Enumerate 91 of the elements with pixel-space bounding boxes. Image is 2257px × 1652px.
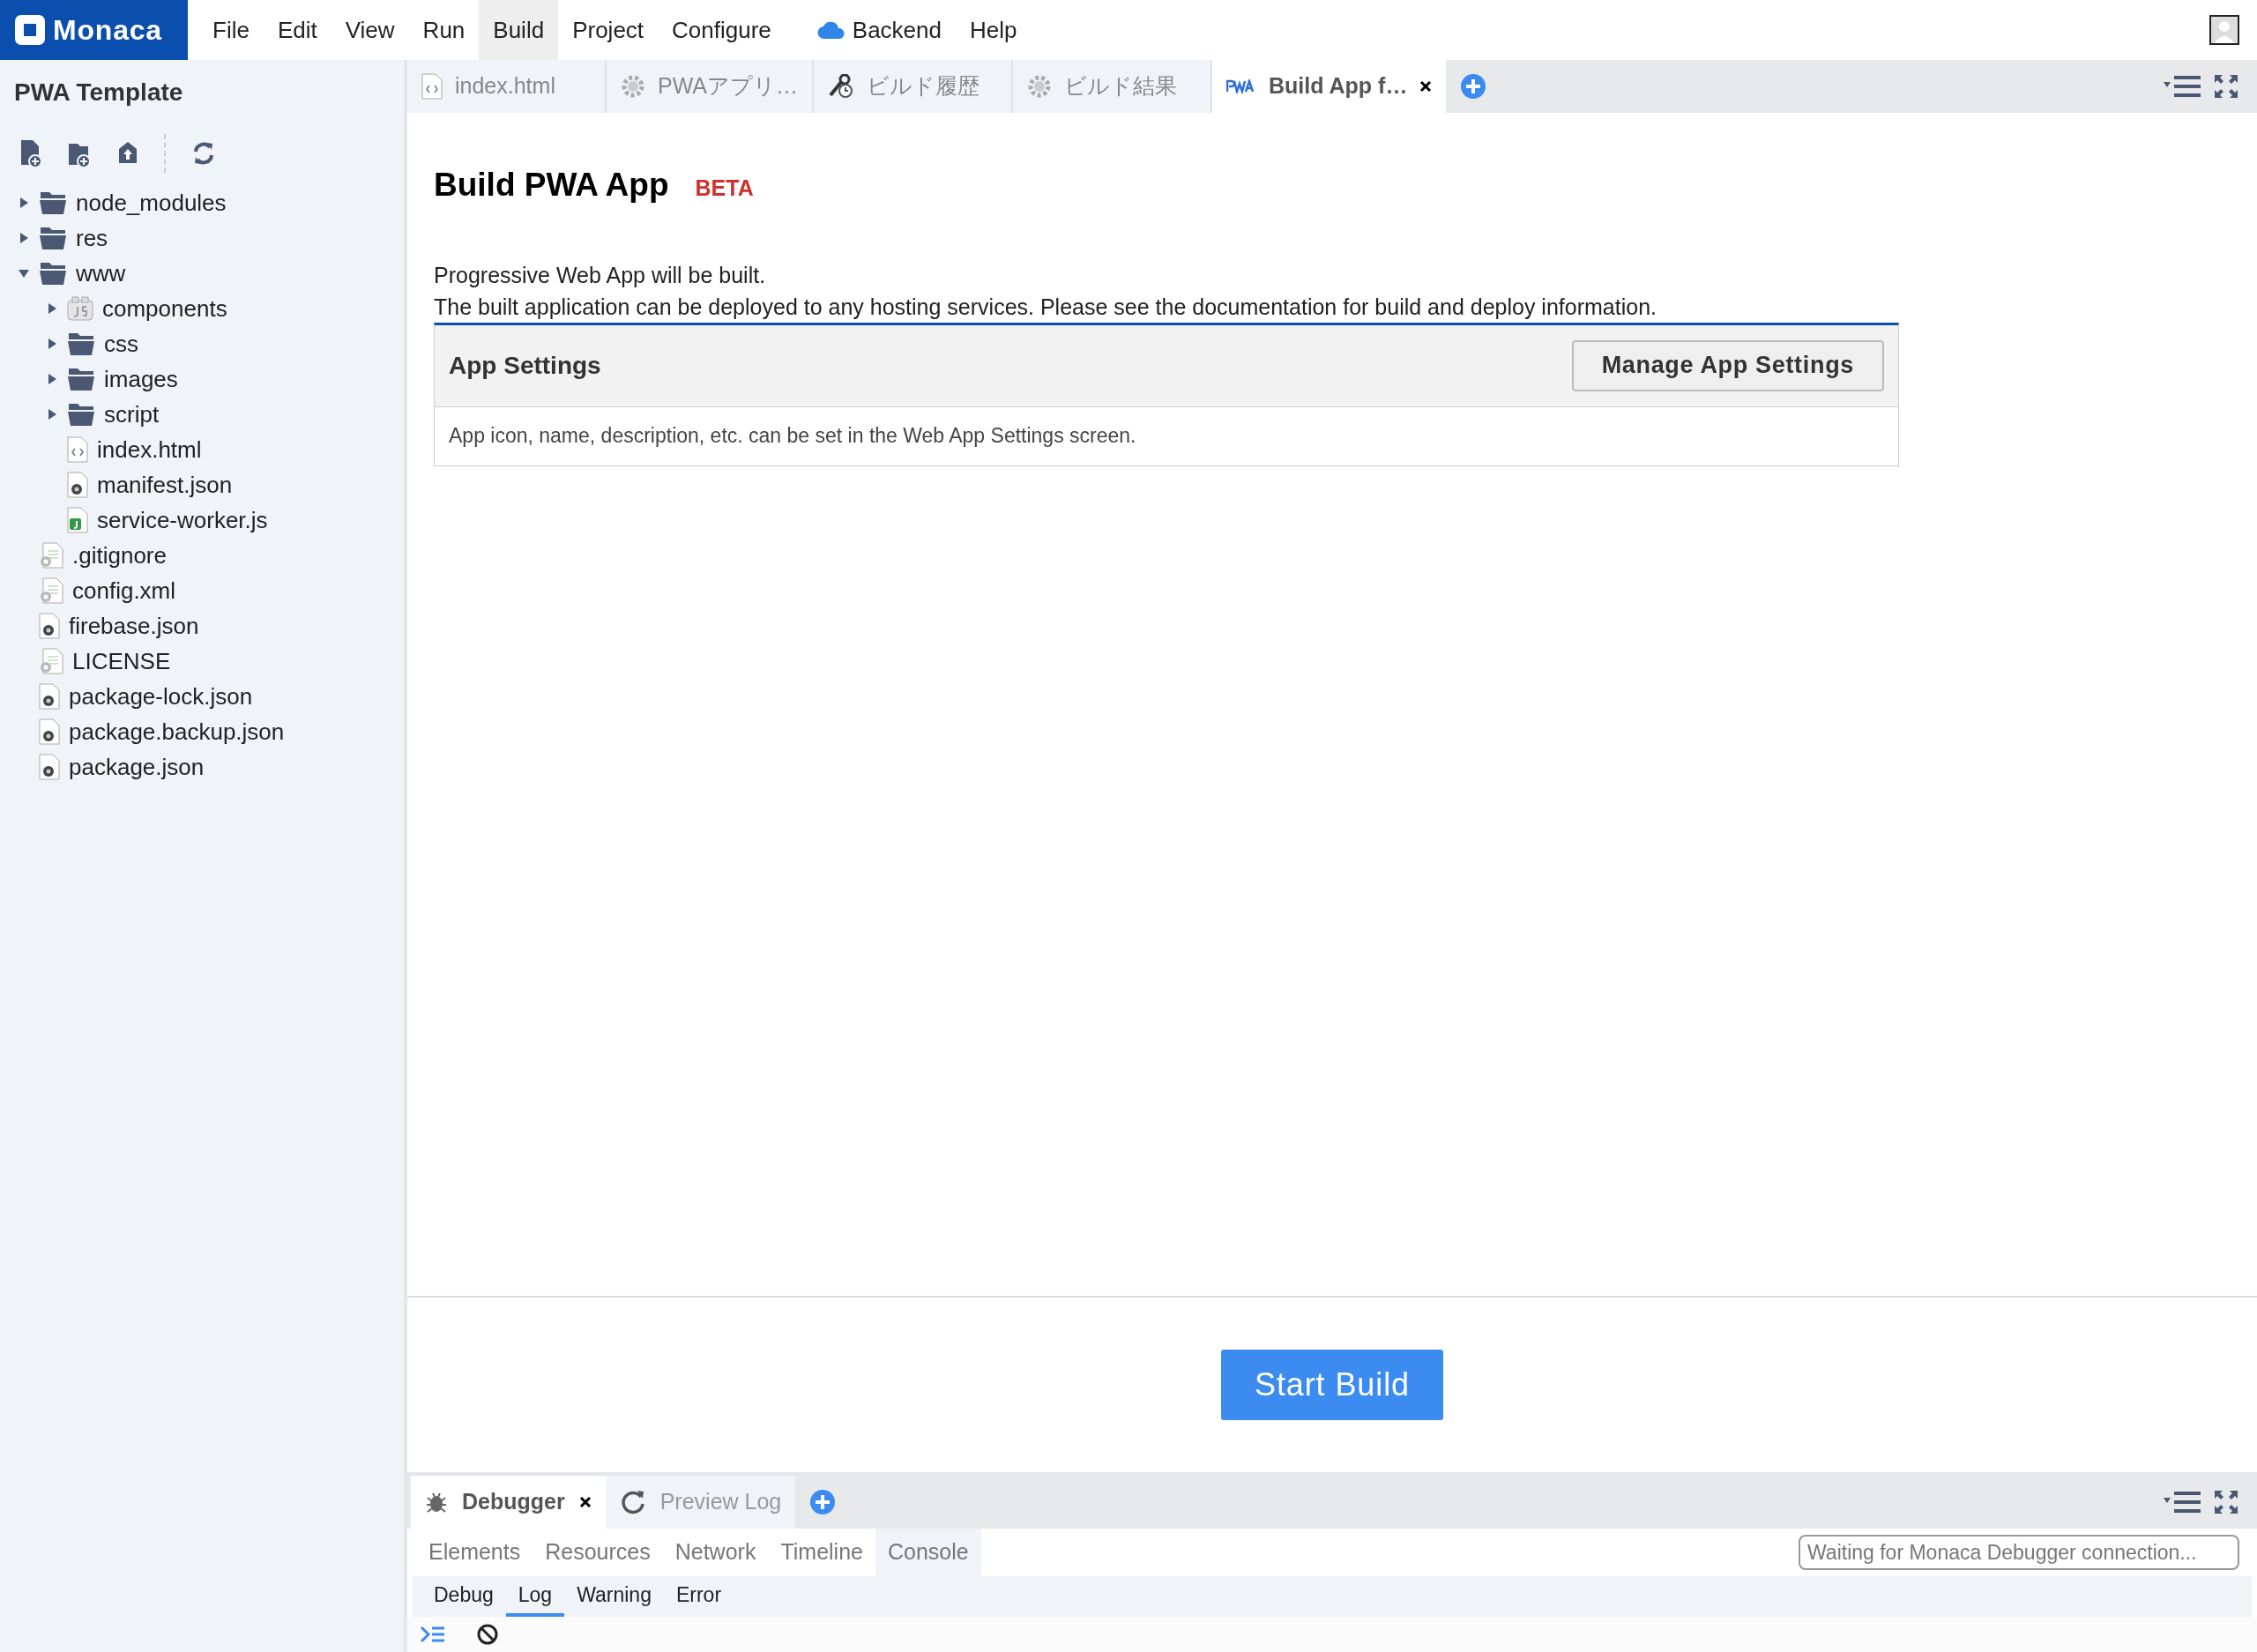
collapsed-arrow-icon[interactable] <box>46 302 58 315</box>
tree-item[interactable]: .gitignore <box>0 538 404 573</box>
menu-item[interactable]: Build <box>479 0 559 60</box>
tree-item[interactable]: package-lock.json <box>0 679 404 714</box>
add-tab-icon[interactable] <box>809 1489 837 1515</box>
html-file-icon <box>421 73 443 100</box>
collapsed-arrow-icon[interactable] <box>46 338 58 350</box>
cloud-icon <box>816 20 845 40</box>
tree-item[interactable]: script <box>0 397 404 432</box>
logo-icon <box>14 14 46 46</box>
collapsed-arrow-icon[interactable] <box>18 197 30 209</box>
tab-list-icon[interactable] <box>2164 75 2202 98</box>
folder-icon <box>67 367 95 391</box>
json-file-icon <box>39 754 60 780</box>
console-prompt-icon <box>420 1625 446 1644</box>
folder-icon <box>67 331 95 356</box>
tree-item[interactable]: manifest.json <box>0 467 404 502</box>
editor-tab[interactable]: Build App f… <box>1212 60 1447 113</box>
clear-console-icon[interactable] <box>476 1623 499 1646</box>
json-file-icon <box>67 472 88 498</box>
folder-icon <box>67 402 95 427</box>
menu-item[interactable]: Run <box>408 0 480 60</box>
card-title: App Settings <box>449 350 601 381</box>
config-file-icon <box>39 648 63 674</box>
log-level-tab[interactable]: Warning <box>564 1576 664 1617</box>
gear-icon <box>621 74 645 99</box>
json-file-icon <box>39 683 60 710</box>
menu-item[interactable]: Backend <box>802 0 956 60</box>
card-description: App icon, name, description, etc. can be set in the Web App Settings screen. <box>448 423 1137 450</box>
js-file-icon <box>67 507 88 533</box>
menu-item[interactable]: Help <box>956 0 1032 60</box>
close-icon[interactable] <box>1419 80 1433 93</box>
reload-icon <box>619 1489 646 1515</box>
console-section-tab[interactable]: Console <box>875 1529 981 1576</box>
console-section-tab[interactable]: Resources <box>533 1529 663 1576</box>
console-section-tab[interactable]: Elements <box>416 1529 533 1576</box>
folder-icon <box>39 226 67 250</box>
tree-item[interactable]: firebase.json <box>0 608 404 644</box>
tree-item[interactable]: config.xml <box>0 573 404 608</box>
tree-item[interactable]: index.html <box>0 432 404 467</box>
menu-item[interactable]: Configure <box>658 0 786 60</box>
config-file-icon <box>39 577 63 604</box>
html-file-icon <box>67 436 88 463</box>
js-folder-icon <box>67 296 93 321</box>
close-icon[interactable] <box>578 1496 592 1508</box>
wrench-clock-icon <box>828 74 855 99</box>
page-title: Build PWA App <box>434 166 669 205</box>
paragraph: The built application can be deployed to any hosting services. Please see the documentation for build and deploy information. <box>434 293 1657 321</box>
beta-label: BETA <box>695 175 754 202</box>
project-title: PWA Template <box>13 78 184 108</box>
log-level-tab[interactable]: Error <box>663 1576 734 1617</box>
menu-item[interactable]: Edit <box>263 0 331 60</box>
json-file-icon <box>39 613 60 639</box>
json-file-icon <box>39 718 60 745</box>
tree-item[interactable]: images <box>0 361 404 397</box>
gear-icon <box>1027 74 1053 99</box>
tree-item[interactable]: package.json <box>0 749 404 785</box>
logo[interactable]: Monaca <box>0 0 188 60</box>
maximize-icon[interactable] <box>2213 1489 2239 1515</box>
paragraph: Progressive Web App will be built. <box>434 261 767 289</box>
bug-icon <box>425 1491 448 1514</box>
expanded-arrow-icon[interactable] <box>18 267 30 279</box>
tab-list-icon[interactable] <box>2164 1491 2202 1514</box>
folder-icon <box>39 261 67 286</box>
collapsed-arrow-icon[interactable] <box>46 373 58 385</box>
tree-item[interactable]: res <box>0 220 404 256</box>
connection-status-field: Waiting for Monaca Debugger connection... <box>1799 1535 2239 1570</box>
collapsed-arrow-icon[interactable] <box>18 232 30 244</box>
manage-settings-button[interactable]: Manage App Settings <box>1571 339 1884 391</box>
log-level-tab[interactable]: Debug <box>421 1576 506 1617</box>
tree-item[interactable]: css <box>0 326 404 361</box>
console-section-tab[interactable]: Network <box>662 1529 769 1576</box>
tree-item[interactable]: components <box>0 291 404 326</box>
config-file-icon <box>39 542 63 569</box>
tree-item[interactable]: node_modules <box>0 185 404 220</box>
tree-item[interactable]: package.backup.json <box>0 714 404 749</box>
collapsed-arrow-icon[interactable] <box>46 408 58 420</box>
console-section-tab[interactable]: Timeline <box>768 1529 875 1576</box>
maximize-icon[interactable] <box>2213 73 2239 100</box>
menu-item[interactable]: File <box>198 0 264 60</box>
panel-tab[interactable]: Debugger <box>411 1476 606 1529</box>
tree-item[interactable]: LICENSE <box>0 644 404 679</box>
menu-item[interactable]: View <box>331 0 409 60</box>
logo-text: Monaca <box>53 13 162 48</box>
menu-item[interactable]: Project <box>558 0 659 60</box>
folder-icon <box>39 190 67 215</box>
avatar-icon[interactable] <box>2209 15 2239 45</box>
add-tab-icon[interactable] <box>1460 73 1487 100</box>
tree-item[interactable]: www <box>0 256 404 291</box>
new-file-icon[interactable] <box>19 138 42 168</box>
tree-item[interactable]: service-worker.js <box>0 502 404 538</box>
